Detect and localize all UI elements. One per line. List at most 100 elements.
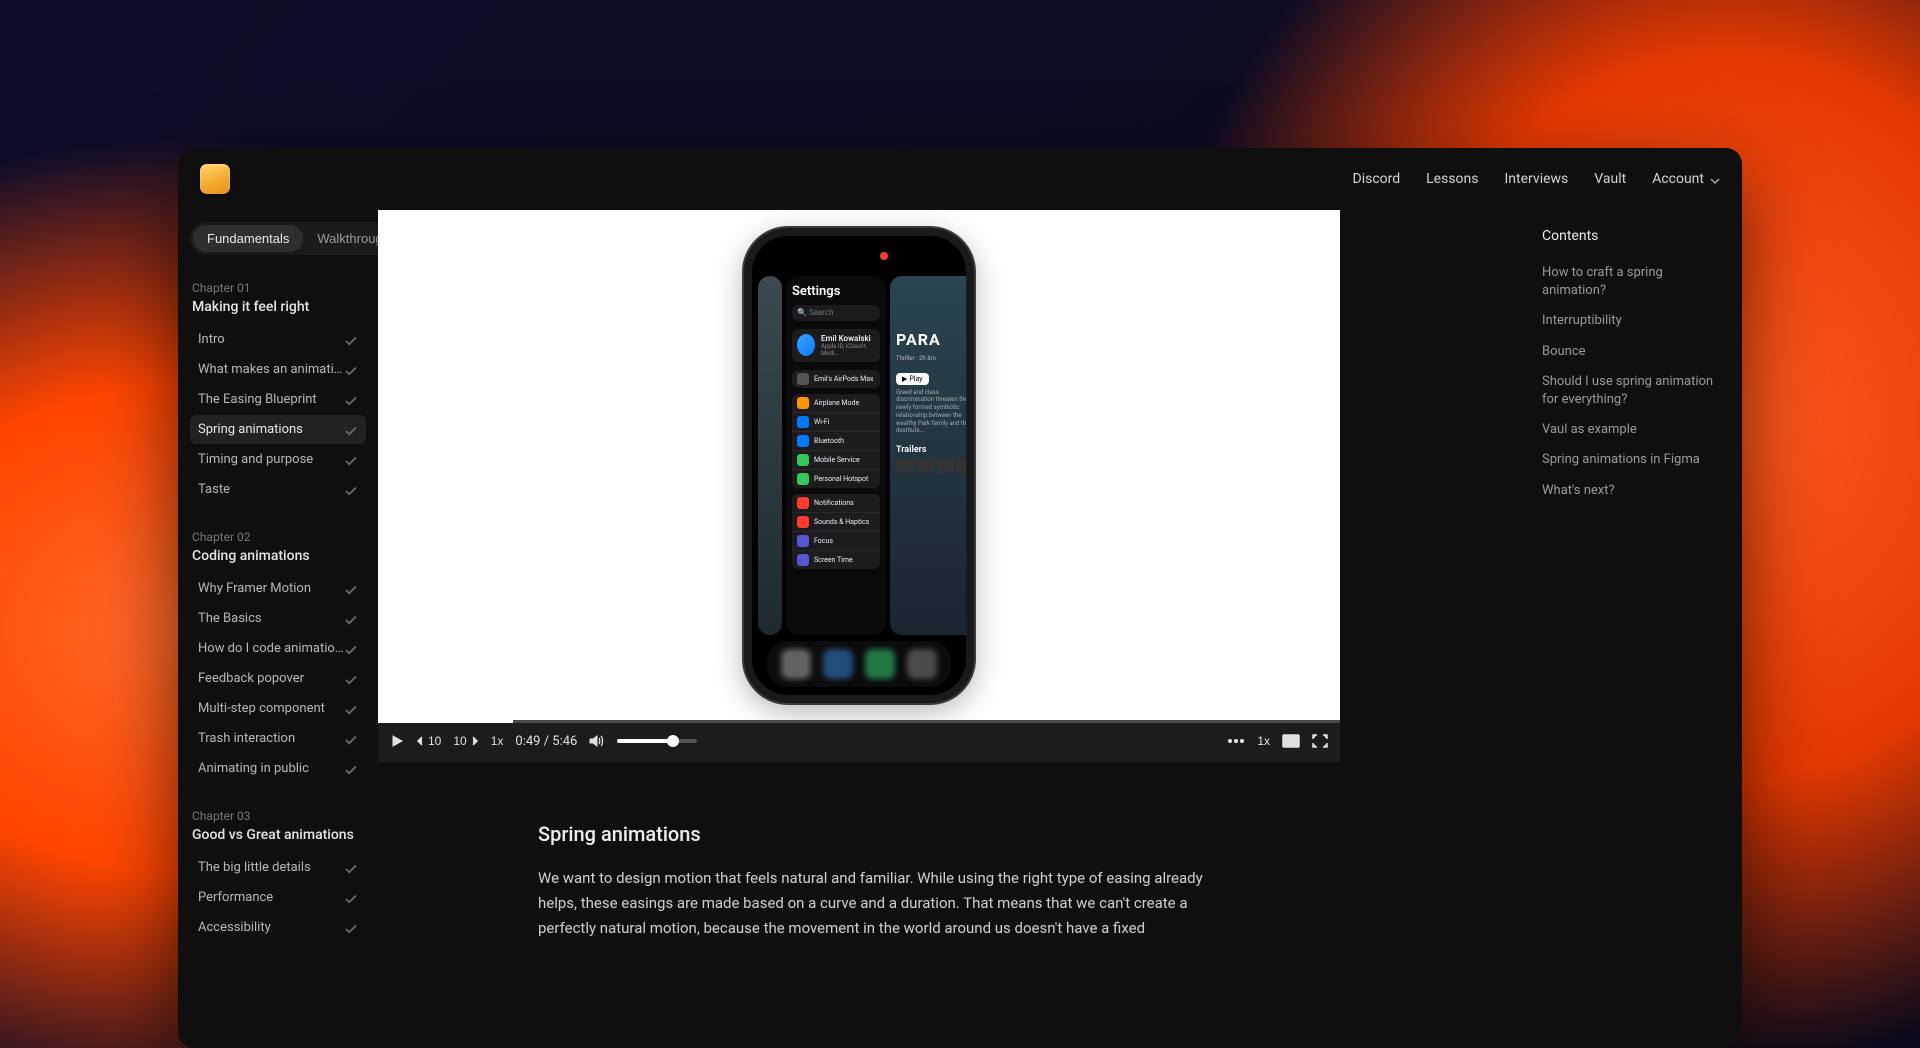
settings-search: 🔍 Search: [792, 305, 880, 321]
lesson-title: Performance: [198, 890, 273, 905]
nav-vault[interactable]: Vault: [1594, 171, 1626, 187]
sidebar-lesson[interactable]: Intro: [190, 325, 366, 354]
toc-link[interactable]: Spring animations in Figma: [1542, 445, 1730, 475]
time-display: 0:49 / 5:46: [515, 734, 577, 749]
check-icon: [344, 762, 358, 776]
settings-row-label: Personal Hotspot: [814, 475, 875, 483]
progress-fill: [378, 720, 513, 723]
row-icon: [797, 473, 809, 485]
sidebar-lesson[interactable]: Spring animations: [190, 415, 366, 444]
rewind-10-button[interactable]: 10: [416, 734, 441, 748]
check-icon: [344, 393, 358, 407]
nav-discord[interactable]: Discord: [1353, 171, 1401, 187]
toc-link[interactable]: Vaul as example: [1542, 415, 1730, 445]
settings-row-label: Emil's AirPods Max: [814, 375, 875, 383]
tab-fundamentals[interactable]: Fundamentals: [193, 225, 303, 252]
sidebar-lesson[interactable]: Performance: [190, 883, 366, 912]
tv-thumbs: [896, 459, 974, 473]
volume-slider[interactable]: [617, 739, 697, 743]
settings-row-label: Focus: [814, 537, 875, 545]
settings-row: Emil's AirPods Max: [792, 370, 880, 388]
tab-walkthroughs[interactable]: Walkthroughs: [303, 225, 378, 252]
phone-mockup: Settings Settings 🔍 Search: [744, 228, 974, 703]
sidebar-lesson[interactable]: Feedback popover: [190, 664, 366, 693]
settings-row: Personal Hotspot: [792, 470, 880, 488]
settings-row: Focus: [792, 532, 880, 551]
article: Spring animations We want to design moti…: [538, 822, 1218, 940]
app-card-tv: TV PARA Thriller · 2h 8m ▶ Play Greed an…: [890, 276, 974, 635]
tv-title: PARA: [896, 330, 974, 349]
dock-icon: [823, 649, 853, 679]
lesson-title: Feedback popover: [198, 671, 304, 686]
row-icon: [797, 397, 809, 409]
video-controls: 10 10 1x 0:49 / 5:46: [378, 720, 1340, 762]
sidebar-lesson[interactable]: The big little details: [190, 853, 366, 882]
settings-row-label: Bluetooth: [814, 437, 875, 445]
fullscreen-button[interactable]: [1312, 734, 1328, 748]
row-icon: [797, 454, 809, 466]
volume-thumb[interactable]: [667, 735, 679, 747]
profile-name: Emil Kowalski: [821, 334, 875, 343]
sidebar-lesson[interactable]: How do I code animations: [190, 634, 366, 663]
toc-link[interactable]: What's next?: [1542, 476, 1730, 506]
row-icon: [797, 435, 809, 447]
play-button[interactable]: [390, 734, 404, 748]
check-icon: [344, 921, 358, 935]
forward-10-button[interactable]: 10: [453, 734, 478, 748]
avatar-icon: [797, 334, 815, 356]
chapter-title: Good vs Great animations: [192, 827, 364, 843]
lesson-title: The big little details: [198, 860, 311, 875]
chapter-title: Coding animations: [192, 548, 364, 564]
settings-row: Notifications: [792, 494, 880, 513]
lesson-title: Timing and purpose: [198, 452, 313, 467]
check-icon: [344, 363, 358, 377]
sidebar-lesson[interactable]: Taste: [190, 475, 366, 504]
video-frame[interactable]: Settings Settings 🔍 Search: [378, 210, 1340, 720]
app-logo-icon[interactable]: [200, 164, 230, 194]
account-label: Account: [1652, 171, 1704, 187]
sidebar-lesson[interactable]: The Basics: [190, 604, 366, 633]
thumb-icon: [937, 459, 954, 473]
sidebar-lesson[interactable]: The Easing Blueprint: [190, 385, 366, 414]
settings-row-label: Screen Time: [814, 556, 875, 564]
chapter-label: Chapter 02: [192, 530, 364, 544]
settings-row: Screen Time: [792, 551, 880, 569]
sidebar-lesson[interactable]: Why Framer Motion: [190, 574, 366, 603]
nav-lessons[interactable]: Lessons: [1426, 171, 1478, 187]
article-title: Spring animations: [538, 822, 1218, 846]
app-window: Discord Lessons Interviews Vault Account…: [178, 148, 1742, 1048]
speed-button[interactable]: 1x: [491, 734, 504, 748]
check-icon: [344, 642, 358, 656]
sidebar-lesson[interactable]: Accessibility: [190, 913, 366, 942]
sidebar-lesson[interactable]: Animating in public: [190, 754, 366, 783]
lesson-title: Why Framer Motion: [198, 581, 311, 596]
article-body: We want to design motion that feels natu…: [538, 866, 1218, 940]
sidebar-lesson[interactable]: Multi-step component: [190, 694, 366, 723]
settings-row-label: Notifications: [814, 499, 875, 507]
speed-right-button[interactable]: 1x: [1257, 734, 1270, 748]
more-button[interactable]: [1227, 739, 1245, 743]
sidebar-lesson[interactable]: Timing and purpose: [190, 445, 366, 474]
sidebar-lesson[interactable]: What makes an animation...: [190, 355, 366, 384]
account-menu[interactable]: Account: [1652, 171, 1720, 187]
chapter: Chapter 03 Good vs Great animations The …: [186, 809, 370, 942]
main-content: Settings Settings 🔍 Search: [378, 210, 1522, 1048]
row-icon: [797, 416, 809, 428]
toc-link[interactable]: How to craft a spring animation?: [1542, 258, 1730, 306]
tv-trailers-heading: Trailers: [896, 445, 974, 455]
nav-interviews[interactable]: Interviews: [1505, 171, 1569, 187]
toc-link[interactable]: Should I use spring animation for everyt…: [1542, 367, 1730, 415]
chapter-label: Chapter 03: [192, 809, 364, 823]
sidebar-lesson[interactable]: Trash interaction: [190, 724, 366, 753]
settings-heading: Settings: [792, 284, 880, 299]
check-icon: [344, 612, 358, 626]
lesson-title: The Basics: [198, 611, 262, 626]
settings-row: Bluetooth: [792, 432, 880, 451]
volume-button[interactable]: [589, 734, 605, 748]
toc-link[interactable]: Interruptibility: [1542, 306, 1730, 336]
topbar: Discord Lessons Interviews Vault Account: [178, 148, 1742, 210]
progress-track[interactable]: [378, 720, 1340, 723]
lesson-title: Taste: [198, 482, 230, 497]
pip-button[interactable]: [1282, 734, 1300, 748]
toc-link[interactable]: Bounce: [1542, 337, 1730, 367]
